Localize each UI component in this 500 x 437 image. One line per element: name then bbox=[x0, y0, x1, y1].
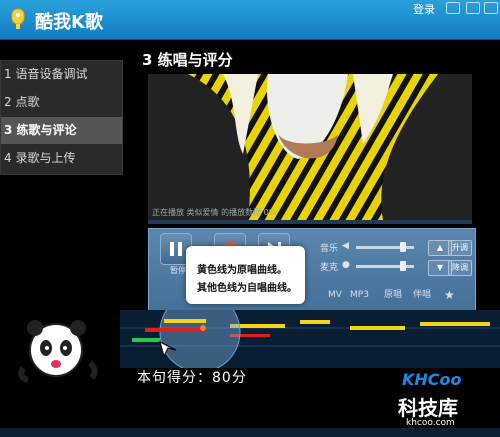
video-progress-bar[interactable] bbox=[148, 220, 472, 224]
app-title: 酷我K歌 bbox=[35, 12, 103, 33]
mic-volume-label: 麦克 bbox=[320, 263, 339, 273]
mic-volume-knob[interactable] bbox=[400, 261, 407, 271]
original-curve-segment bbox=[420, 322, 490, 326]
feedback-icon[interactable] bbox=[446, 2, 460, 14]
mv-video[interactable] bbox=[148, 74, 472, 220]
bottom-bar bbox=[0, 428, 500, 437]
tooltip-line-original: 黄色线为原唱曲线。 bbox=[197, 265, 287, 276]
watermark-domain: khcoo.com bbox=[406, 418, 455, 428]
star-icon[interactable]: ★ bbox=[444, 287, 455, 303]
pause-label: 暂停 bbox=[170, 266, 186, 275]
watermark-brand: KHCoo bbox=[402, 370, 462, 389]
mode-mp3-button[interactable]: MP3 bbox=[350, 287, 369, 303]
page-title: 3 练唱与评分 bbox=[142, 51, 233, 69]
now-playing-status: 正在播放 类似爱情 的播放数据 0% bbox=[152, 208, 277, 217]
speaker-icon: ◀ bbox=[342, 241, 349, 251]
panda-mascot-icon bbox=[18, 320, 98, 383]
sidebar-item-practice[interactable]: 3 练歌与评论 bbox=[1, 117, 122, 144]
minimize-icon[interactable] bbox=[466, 2, 480, 14]
sentence-score: 本句得分：80分 bbox=[137, 370, 247, 386]
menu-icon[interactable] bbox=[484, 2, 498, 14]
sidebar-item-song-pick[interactable]: 2 点歌 bbox=[1, 89, 122, 116]
magnifier-circle bbox=[159, 310, 241, 368]
music-volume-knob[interactable] bbox=[400, 242, 407, 252]
sidebar: 1 语音设备调试 2 点歌 3 练歌与评论 4 录歌与上传 bbox=[0, 60, 123, 175]
music-volume-label: 音乐 bbox=[320, 244, 339, 254]
app-logo-icon bbox=[11, 8, 25, 29]
khcoo-watermark: KHCoo 科技库 khcoo.com bbox=[392, 370, 488, 428]
tone-up-button[interactable]: 升调 bbox=[448, 240, 472, 256]
sidebar-item-record-upload[interactable]: 4 录歌与上传 bbox=[1, 145, 122, 172]
music-volume-slider[interactable] bbox=[356, 242, 414, 252]
original-curve-segment bbox=[350, 326, 405, 330]
mic-volume-slider[interactable] bbox=[356, 261, 414, 271]
user-curve-green bbox=[132, 338, 160, 342]
login-link[interactable]: 登录 bbox=[413, 1, 435, 17]
watermark-cn: 科技库 bbox=[398, 396, 458, 420]
sidebar-item-device-test[interactable]: 1 语音设备调试 bbox=[1, 61, 122, 88]
mic-icon: ● bbox=[342, 260, 350, 270]
tone-down-button[interactable]: 降调 bbox=[448, 260, 472, 276]
mode-accompany-button[interactable]: 伴唱 bbox=[413, 287, 431, 303]
video-frame-image bbox=[148, 74, 472, 220]
pitch-curve-area bbox=[120, 310, 500, 368]
mode-original-button[interactable]: 原唱 bbox=[384, 287, 402, 303]
original-curve-segment bbox=[300, 320, 330, 324]
original-curve-zoom bbox=[164, 319, 206, 323]
user-curve-zoom bbox=[145, 328, 205, 332]
curve-tooltip: 黄色线为原唱曲线。 其他色线为自唱曲线。 bbox=[186, 246, 305, 304]
mode-mv-button[interactable]: MV bbox=[328, 287, 342, 303]
tooltip-line-user: 其他色线为自唱曲线。 bbox=[197, 283, 297, 294]
title-bar: 酷我K歌 登录 bbox=[0, 0, 500, 40]
